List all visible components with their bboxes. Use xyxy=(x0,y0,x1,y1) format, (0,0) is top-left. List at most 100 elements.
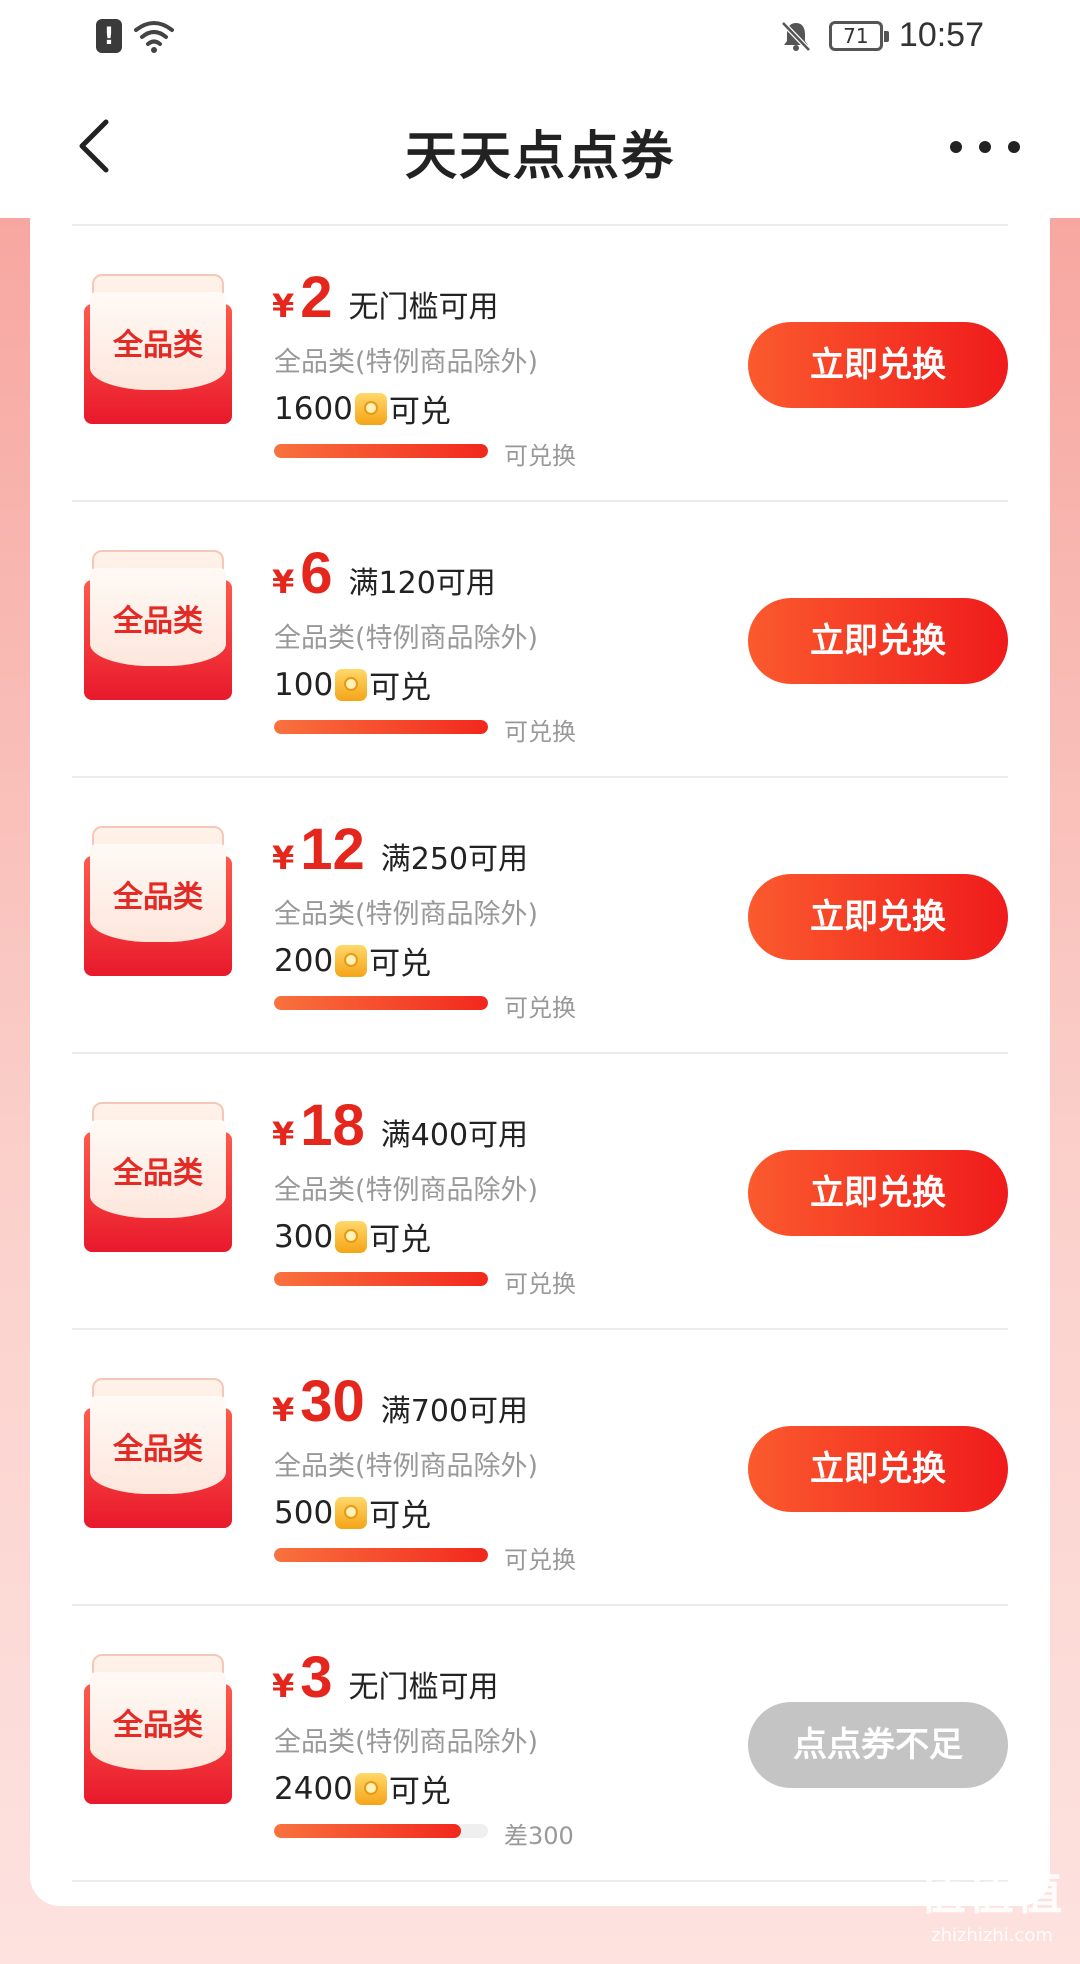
coupon-amount: 3 xyxy=(300,1645,333,1710)
progress-fill xyxy=(274,720,488,734)
cost-suffix: 可兑 xyxy=(369,670,432,706)
cost-value: 500 xyxy=(274,1494,334,1531)
alert-icon: ! xyxy=(96,19,122,53)
coin-icon xyxy=(335,668,368,701)
coupon-condition: 满700可用 xyxy=(380,1394,529,1429)
redeem-button[interactable]: 立即兑换 xyxy=(748,1426,1008,1512)
coupon-cost: 2400 可兑 xyxy=(274,1766,451,1811)
coupon-price: ¥ 3 无门槛可用 xyxy=(272,1644,499,1714)
progress-bar xyxy=(274,1272,488,1286)
redeem-button[interactable]: 立即兑换 xyxy=(748,598,1008,684)
currency-symbol: ¥ xyxy=(272,839,295,877)
progress-bar xyxy=(274,1824,488,1838)
page-title: 天天点点券 xyxy=(404,127,675,187)
coin-icon xyxy=(354,392,387,425)
progress-text: 可兑换 xyxy=(504,994,576,1022)
coupon-amount: 30 xyxy=(300,1369,365,1434)
progress-text: 可兑换 xyxy=(504,718,576,746)
bell-muted-icon xyxy=(781,20,811,52)
coupon-scope: 全品类(特例商品除外) xyxy=(274,1727,539,1758)
redeem-button[interactable]: 立即兑换 xyxy=(748,322,1008,408)
divider xyxy=(72,1880,1008,1882)
coupon-cost: 1600 可兑 xyxy=(274,386,451,431)
progress-text: 可兑换 xyxy=(504,1270,576,1298)
watermark-logo: 值值值 xyxy=(920,1866,1064,1920)
currency-symbol: ¥ xyxy=(272,1667,295,1705)
watermark-url: zhizhizhi.com xyxy=(931,1925,1053,1946)
header: 天天点点券 xyxy=(0,72,1080,218)
category-badge: 全品类 xyxy=(84,826,232,976)
coin-icon xyxy=(354,1772,387,1805)
coin-icon xyxy=(335,1220,368,1253)
progress-bar xyxy=(274,996,488,1010)
coupon-cost: 300 可兑 xyxy=(274,1214,431,1259)
progress-text: 差300 xyxy=(504,1822,574,1850)
currency-symbol: ¥ xyxy=(272,287,295,325)
coupon-scope: 全品类(特例商品除外) xyxy=(274,899,539,930)
coin-icon xyxy=(335,1496,368,1529)
cost-suffix: 可兑 xyxy=(369,946,432,982)
coupon-amount: 18 xyxy=(300,1093,365,1158)
badge-label: 全品类 xyxy=(113,604,203,639)
coupon-item: 全品类 ¥ 2 无门槛可用 全品类(特例商品除外) 1600 可兑 可兑换 立即… xyxy=(72,226,1008,502)
cost-value: 200 xyxy=(274,942,334,979)
category-badge: 全品类 xyxy=(84,274,232,424)
cost-suffix: 可兑 xyxy=(369,1498,432,1534)
currency-symbol: ¥ xyxy=(272,1391,295,1429)
coupon-amount: 6 xyxy=(300,541,333,606)
coupon-cost: 200 可兑 xyxy=(274,938,431,983)
status-bar: ! 71 10:57 xyxy=(0,0,1080,72)
coupon-scope: 全品类(特例商品除外) xyxy=(274,623,539,654)
category-badge: 全品类 xyxy=(84,1654,232,1804)
badge-label: 全品类 xyxy=(113,328,203,363)
category-badge: 全品类 xyxy=(84,1102,232,1252)
currency-symbol: ¥ xyxy=(272,563,295,601)
progress-bar xyxy=(274,1548,488,1562)
cost-value: 1600 xyxy=(274,390,353,427)
coupon-price: ¥ 18 满400可用 xyxy=(272,1092,528,1162)
watermark: 值值值 zhizhizhi.com xyxy=(920,1857,1064,1946)
coupon-cost: 500 可兑 xyxy=(274,1490,431,1535)
progress-text: 可兑换 xyxy=(504,1546,576,1574)
progress-bar xyxy=(274,444,488,458)
wifi-icon xyxy=(134,21,174,53)
currency-symbol: ¥ xyxy=(272,1115,295,1153)
coupon-item: 全品类 ¥ 18 满400可用 全品类(特例商品除外) 300 可兑 可兑换 立… xyxy=(72,1054,1008,1330)
coupon-scope: 全品类(特例商品除外) xyxy=(274,347,539,378)
coupon-cost: 100 可兑 xyxy=(274,662,431,707)
badge-label: 全品类 xyxy=(113,1432,203,1467)
progress-fill xyxy=(274,996,488,1010)
coupon-price: ¥ 6 满120可用 xyxy=(272,540,496,610)
coin-icon xyxy=(335,944,368,977)
coupon-amount: 2 xyxy=(300,265,333,330)
coupon-amount: 12 xyxy=(300,817,365,882)
coupon-item: 全品类 ¥ 12 满250可用 全品类(特例商品除外) 200 可兑 可兑换 立… xyxy=(72,778,1008,1054)
insufficient-points-button[interactable]: 点点券不足 xyxy=(748,1702,1008,1788)
coupon-scope: 全品类(特例商品除外) xyxy=(274,1175,539,1206)
redeem-button[interactable]: 立即兑换 xyxy=(748,1150,1008,1236)
coupon-condition: 满400可用 xyxy=(380,1118,529,1153)
redeem-button[interactable]: 立即兑换 xyxy=(748,874,1008,960)
progress-bar xyxy=(274,720,488,734)
coupon-condition: 无门槛可用 xyxy=(348,1670,499,1705)
progress-fill xyxy=(274,1272,488,1286)
progress-fill xyxy=(274,1824,462,1838)
cost-value: 2400 xyxy=(274,1770,353,1807)
progress-fill xyxy=(274,444,488,458)
coupon-item: 全品类 ¥ 30 满700可用 全品类(特例商品除外) 500 可兑 可兑换 立… xyxy=(72,1330,1008,1606)
category-badge: 全品类 xyxy=(84,550,232,700)
more-dots-icon[interactable] xyxy=(950,132,1020,162)
coupon-condition: 满250可用 xyxy=(380,842,529,877)
coupon-condition: 满120可用 xyxy=(348,566,496,601)
category-badge: 全品类 xyxy=(84,1378,232,1528)
badge-label: 全品类 xyxy=(113,1156,203,1191)
battery-icon: 71 xyxy=(828,20,889,51)
status-time: 10:57 xyxy=(898,16,984,54)
progress-fill xyxy=(274,1548,488,1562)
badge-label: 全品类 xyxy=(113,880,203,915)
cost-value: 300 xyxy=(274,1218,334,1255)
cost-value: 100 xyxy=(274,666,334,703)
coupon-item: 全品类 ¥ 6 满120可用 全品类(特例商品除外) 100 可兑 可兑换 立即… xyxy=(72,502,1008,778)
coupon-scope: 全品类(特例商品除外) xyxy=(274,1451,539,1482)
cost-suffix: 可兑 xyxy=(388,1774,451,1810)
